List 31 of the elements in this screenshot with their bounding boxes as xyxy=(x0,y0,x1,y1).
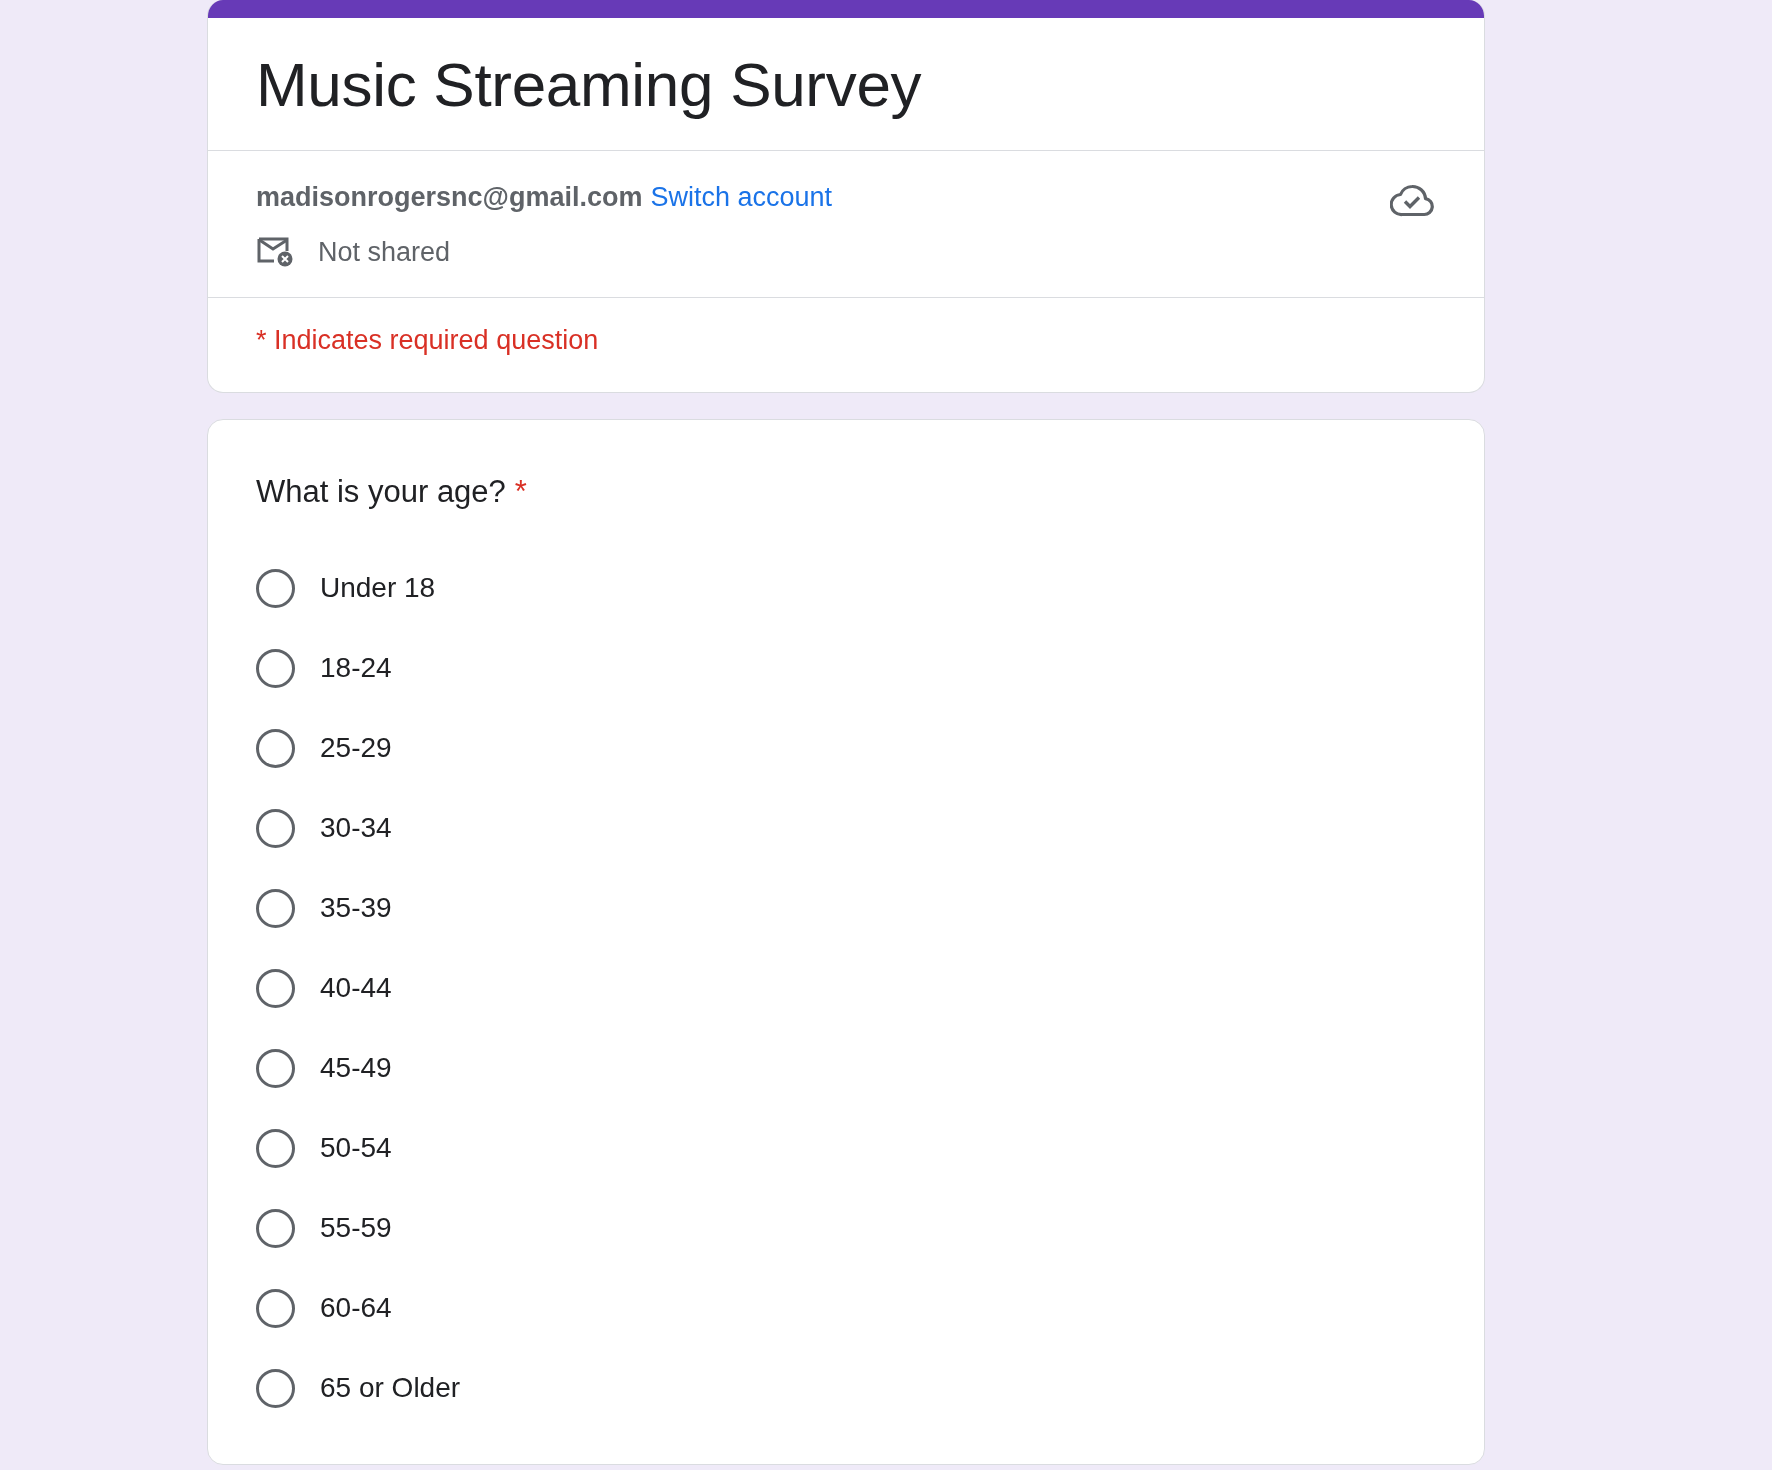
option-label[interactable]: 55-59 xyxy=(320,1212,392,1244)
option-label[interactable]: 30-34 xyxy=(320,812,392,844)
switch-account-link[interactable]: Switch account xyxy=(650,181,833,213)
option-label[interactable]: 35-39 xyxy=(320,892,392,924)
form-title: Music Streaming Survey xyxy=(256,49,923,121)
required-asterisk: * xyxy=(514,474,527,510)
account-email: madisonrogersnc@gmail.com xyxy=(256,181,643,213)
radio-button[interactable] xyxy=(256,1048,295,1088)
radio-button[interactable] xyxy=(256,1368,295,1408)
option-label[interactable]: 65 or Older xyxy=(320,1372,461,1404)
radio-button[interactable] xyxy=(256,568,295,608)
option-label[interactable]: Under 18 xyxy=(320,572,436,604)
radio-button[interactable] xyxy=(256,728,295,768)
mail-x-icon xyxy=(257,237,293,267)
radio-button[interactable] xyxy=(256,1288,295,1328)
option-label[interactable]: 60-64 xyxy=(320,1292,392,1324)
cloud-check-icon xyxy=(1390,184,1434,217)
question-text: What is your age? xyxy=(256,474,506,510)
radio-button[interactable] xyxy=(256,648,295,688)
required-note: * Indicates required question xyxy=(256,325,599,355)
option-label[interactable]: 40-44 xyxy=(320,972,392,1004)
option-label[interactable]: 45-49 xyxy=(320,1052,392,1084)
radio-button[interactable] xyxy=(256,808,295,848)
radio-button[interactable] xyxy=(256,968,295,1008)
option-label[interactable]: 25-29 xyxy=(320,732,392,764)
radio-button[interactable] xyxy=(256,1128,295,1168)
option-label[interactable]: 18-24 xyxy=(320,652,392,684)
radio-button[interactable] xyxy=(256,888,295,928)
sharing-status: Not shared xyxy=(318,236,451,268)
option-label[interactable]: 50-54 xyxy=(320,1132,392,1164)
radio-button[interactable] xyxy=(256,1208,295,1248)
